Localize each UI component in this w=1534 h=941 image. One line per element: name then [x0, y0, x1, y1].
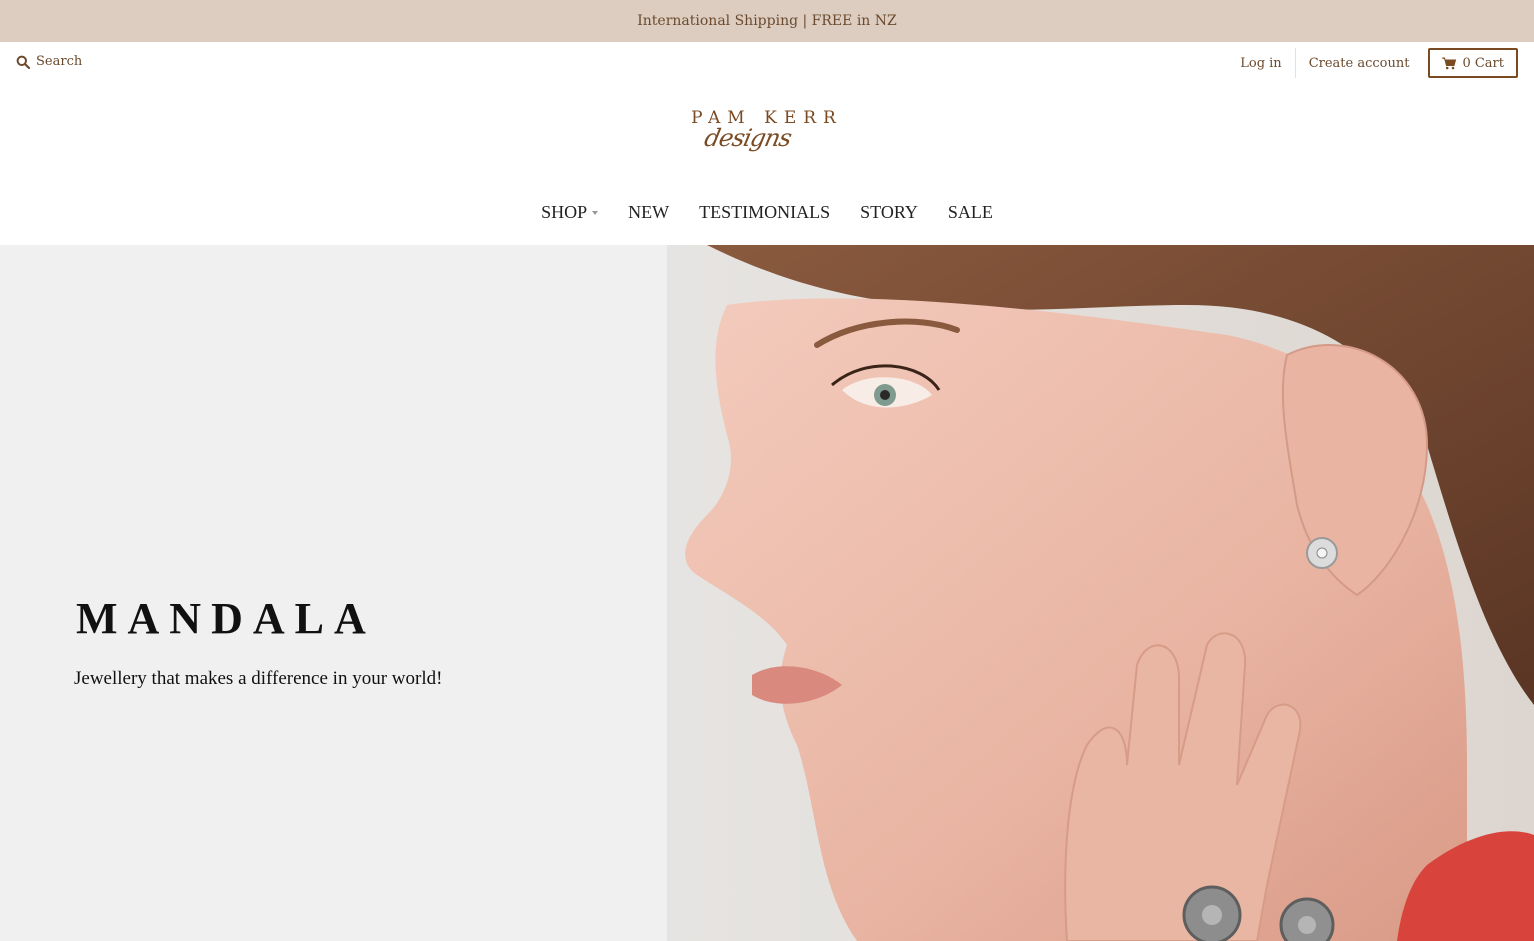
hero-subtitle: Jewellery that makes a difference in you… [74, 668, 443, 689]
logo-script: designs [702, 124, 794, 152]
search-link[interactable]: Search [16, 54, 82, 69]
cart-icon [1442, 57, 1457, 69]
nav-item-label: SALE [947, 201, 993, 222]
announcement-text: International Shipping | FREE in NZ [637, 13, 897, 29]
hero-banner[interactable]: MANDALA Jewellery that makes a differenc… [0, 245, 1534, 941]
logo[interactable]: PAM KERR designs [683, 108, 851, 180]
header-bar: Search Log in Create account 0 Cart [0, 42, 1534, 84]
nav-item-label: TESTIMONIALS [699, 201, 831, 222]
model-portrait-image [667, 245, 1534, 941]
search-icon [16, 55, 30, 69]
chevron-down-icon [592, 211, 599, 215]
hero-image [667, 245, 1534, 941]
announcement-bar: International Shipping | FREE in NZ [0, 0, 1534, 42]
hero-text-panel: MANDALA Jewellery that makes a differenc… [0, 245, 667, 941]
nav-item-label: SHOP [541, 201, 588, 222]
nav-item-story[interactable]: STORY [860, 202, 918, 223]
nav-item-shop[interactable]: SHOP [541, 201, 599, 223]
main-nav: SHOP NEW TESTIMONIALS STORY SALE [0, 196, 1534, 228]
nav-item-label: NEW [628, 201, 670, 222]
account-links: Log in Create account 0 Cart [1227, 48, 1518, 78]
nav-item-new[interactable]: NEW [628, 202, 669, 223]
nav-item-testimonials[interactable]: TESTIMONIALS [699, 202, 830, 223]
create-account-link[interactable]: Create account [1296, 56, 1423, 71]
search-label: Search [36, 54, 83, 69]
nav-item-sale[interactable]: SALE [948, 202, 993, 223]
cart-label: 0 Cart [1462, 55, 1504, 71]
hero-title: MANDALA [76, 594, 376, 643]
login-link[interactable]: Log in [1227, 56, 1294, 71]
nav-item-label: STORY [860, 201, 918, 222]
cart-button[interactable]: 0 Cart [1428, 48, 1518, 78]
